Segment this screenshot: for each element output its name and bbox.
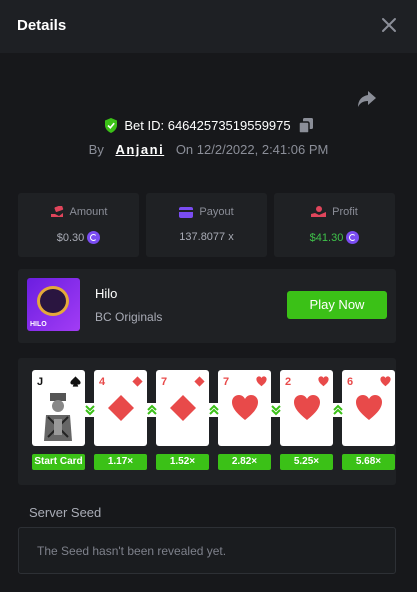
- card-rank: 7: [161, 376, 168, 388]
- thumbnail-label: HILO: [30, 321, 47, 328]
- card-multiplier-tag: 1.17×: [94, 454, 147, 470]
- profit-hand-icon: [311, 206, 327, 217]
- card-multiplier-tag: Start Card: [32, 454, 85, 470]
- higher-arrow-icon: [207, 403, 221, 417]
- bet-id: Bet ID: 64642573519559975: [124, 118, 291, 133]
- server-seed-box: The Seed hasn't been revealed yet.: [18, 527, 396, 574]
- spade-suit-icon: [70, 376, 81, 387]
- payout-stat: Payout 137.8077 x: [146, 193, 267, 257]
- card-rank: 6: [347, 376, 354, 388]
- game-name: Hilo: [95, 286, 118, 301]
- playing-card: 6: [342, 370, 395, 446]
- jack-figure-icon: [44, 393, 72, 441]
- amount-label: Amount: [69, 206, 108, 218]
- money-hand-icon: [50, 206, 63, 217]
- card-multiplier-tag: 2.82×: [218, 454, 271, 470]
- heart-suit-icon: [380, 376, 391, 387]
- profit-label-row: Profit: [274, 206, 395, 218]
- playing-card: 2: [280, 370, 333, 446]
- payout-label: Payout: [199, 206, 234, 218]
- higher-arrow-icon: [145, 403, 159, 417]
- payout-value-row: 137.8077 x: [146, 231, 267, 243]
- profit-stat: Profit $41.30: [274, 193, 395, 257]
- heart-suit-large-icon: [232, 395, 258, 420]
- share-icon[interactable]: [357, 90, 377, 108]
- server-seed-message: The Seed hasn't been revealed yet.: [37, 544, 227, 558]
- lower-arrow-icon: [269, 403, 283, 417]
- profit-label: Profit: [332, 206, 358, 218]
- amount-value-row: $0.30: [18, 231, 139, 244]
- copy-icon[interactable]: [298, 118, 313, 133]
- amount-label-row: Amount: [18, 206, 139, 218]
- wallet-icon: [179, 206, 194, 218]
- play-now-button[interactable]: Play Now: [287, 291, 387, 319]
- bet-byline: By Anjani On 12/2/2022, 2:41:06 PM: [0, 142, 417, 157]
- amount-stat: Amount $0.30: [18, 193, 139, 257]
- username-link[interactable]: Anjani: [115, 142, 164, 157]
- playing-card: 4: [94, 370, 147, 446]
- higher-arrow-icon: [331, 403, 345, 417]
- heart-suit-large-icon: [356, 395, 382, 420]
- close-icon[interactable]: [381, 17, 397, 33]
- payout-label-row: Payout: [146, 206, 267, 218]
- diamond-suit-icon: [132, 376, 143, 387]
- bet-id-row: Bet ID: 64642573519559975: [0, 118, 417, 136]
- card-multiplier-tag: 5.68×: [342, 454, 395, 470]
- playing-card: 7: [218, 370, 271, 446]
- diamond-suit-large-icon: [170, 395, 196, 421]
- diamond-suit-icon: [194, 376, 205, 387]
- coin-icon: [87, 231, 101, 244]
- heart-suit-icon: [256, 376, 267, 387]
- payout-value: 137.8077 x: [179, 231, 234, 243]
- profit-value: $41.30: [309, 231, 344, 244]
- heart-suit-icon: [318, 376, 329, 387]
- card-history: J Start Card 4 1.17× 7 1.52× 7 2.82× 2 5.25× 6 5.68…: [18, 358, 396, 485]
- heart-suit-large-icon: [294, 395, 320, 420]
- game-panel: HILO Hilo BC Originals Play Now: [18, 269, 396, 343]
- modal-header: Details: [0, 0, 417, 53]
- modal-title: Details: [17, 17, 67, 34]
- coin-icon: [346, 231, 360, 244]
- card-multiplier-tag: 1.52×: [156, 454, 209, 470]
- playing-card: J: [32, 370, 85, 446]
- lower-arrow-icon: [83, 403, 97, 417]
- card-rank: 7: [223, 376, 230, 388]
- card-rank: 2: [285, 376, 292, 388]
- game-thumbnail[interactable]: HILO: [27, 278, 80, 331]
- card-multiplier-tag: 5.25×: [280, 454, 333, 470]
- profit-value-row: $41.30: [274, 231, 395, 244]
- card-rank: J: [37, 376, 44, 388]
- game-provider: BC Originals: [95, 310, 163, 324]
- bet-datetime: 12/2/2022, 2:41:06 PM: [196, 142, 329, 157]
- diamond-suit-large-icon: [108, 395, 134, 421]
- verified-shield-icon: [105, 118, 118, 133]
- playing-card: 7: [156, 370, 209, 446]
- server-seed-title: Server Seed: [29, 505, 102, 520]
- card-rank: 4: [99, 376, 106, 388]
- on-label: On: [175, 142, 194, 157]
- by-label: By: [88, 142, 104, 157]
- game-mascot-icon: [37, 286, 69, 316]
- amount-value: $0.30: [56, 231, 85, 244]
